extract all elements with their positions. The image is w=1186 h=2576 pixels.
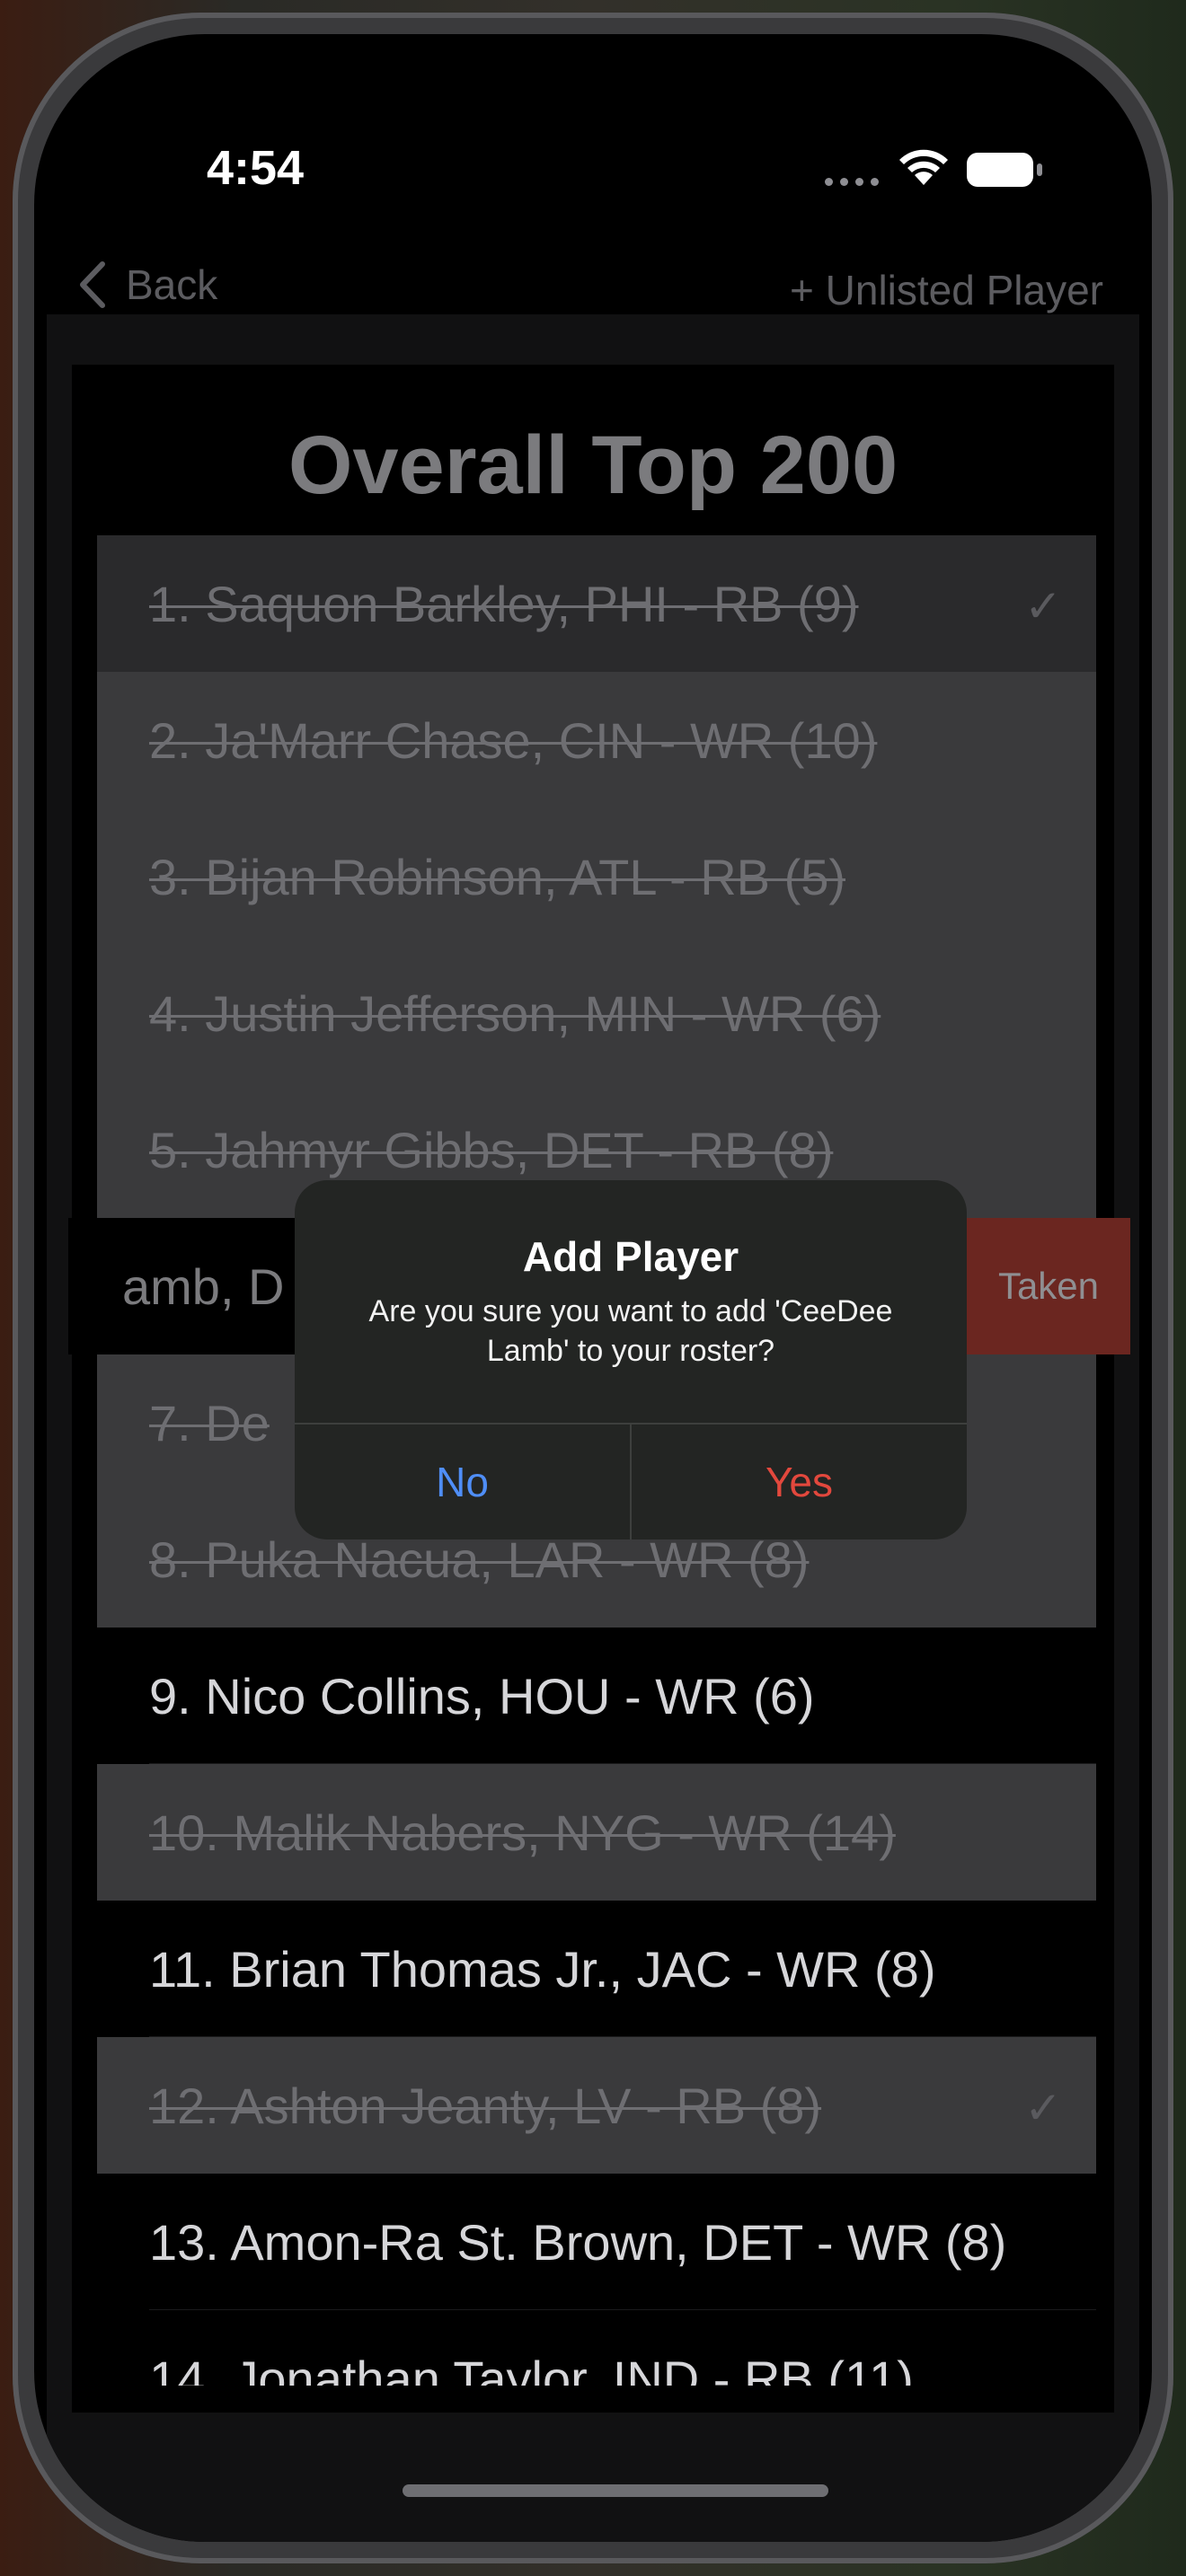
back-label: Back — [126, 261, 218, 308]
no-button[interactable]: No — [295, 1425, 630, 1539]
page-title: Overall Top 200 — [288, 419, 898, 511]
player-row-label: 7. De — [149, 1394, 270, 1451]
add-unlisted-player-button[interactable]: + Unlisted Player — [790, 266, 1103, 314]
swiped-row-label: amb, D — [122, 1258, 285, 1315]
status-bar: 4:54 — [34, 34, 1152, 232]
cellular-signal-icon — [825, 178, 879, 186]
player-row[interactable]: 3. Bijan Robinson, ATL - RB (5) — [97, 808, 1096, 945]
home-indicator[interactable] — [403, 2484, 828, 2497]
player-row-label: 1. Saquon Barkley, PHI - RB (9) — [149, 575, 859, 632]
alert-title: Add Player — [522, 1233, 739, 1280]
checkmark-icon: ✓ — [1024, 2083, 1062, 2133]
battery-tip — [1037, 163, 1042, 176]
mark-taken-button[interactable]: Taken — [967, 1218, 1130, 1354]
player-row[interactable]: 4. Justin Jefferson, MIN - WR (6) — [97, 945, 1096, 1081]
phone-screen: 4:54 Back + Unlisted Player Overall Top … — [34, 34, 1152, 2542]
alert-message: Are you sure you want to add 'CeeDee Lam… — [368, 1294, 893, 1368]
player-row[interactable]: 10. Malik Nabers, NYG - WR (14) — [97, 1764, 1096, 1901]
checkmark-icon: ✓ — [1024, 581, 1062, 631]
status-time: 4:54 — [207, 141, 305, 195]
player-row-label: 3. Bijan Robinson, ATL - RB (5) — [149, 848, 846, 905]
add-player-alert: Add Player Are you sure you want to add … — [295, 1180, 967, 1539]
player-row-label: 10. Malik Nabers, NYG - WR (14) — [149, 1804, 896, 1861]
battery-icon — [967, 153, 1033, 187]
player-row[interactable]: 14. Jonathan Taylor, IND - RB (11) — [97, 2310, 1096, 2386]
yes-button[interactable]: Yes — [632, 1425, 967, 1539]
player-row-label: 2. Ja'Marr Chase, CIN - WR (10) — [149, 711, 878, 769]
player-row[interactable]: 9. Nico Collins, HOU - WR (6) — [97, 1628, 1096, 1764]
player-row-label: 9. Nico Collins, HOU - WR (6) — [149, 1667, 815, 1725]
player-row[interactable]: 2. Ja'Marr Chase, CIN - WR (10) — [97, 672, 1096, 808]
player-row[interactable]: 11. Brian Thomas Jr., JAC - WR (8) — [97, 1901, 1096, 2037]
player-row-label: 5. Jahmyr Gibbs, DET - RB (8) — [149, 1121, 834, 1178]
player-row-label: 12. Ashton Jeanty, LV - RB (8) — [149, 2077, 822, 2134]
player-row-label: 14. Jonathan Taylor, IND - RB (11) — [149, 2350, 914, 2386]
wifi-icon — [897, 146, 951, 193]
player-row[interactable]: 12. Ashton Jeanty, LV - RB (8) ✓ — [97, 2037, 1096, 2174]
chevron-left-icon — [80, 261, 105, 308]
back-button[interactable]: Back — [75, 259, 217, 311]
player-row-label: 11. Brian Thomas Jr., JAC - WR (8) — [149, 1940, 936, 1998]
player-row[interactable]: 13. Amon-Ra St. Brown, DET - WR (8) — [97, 2174, 1096, 2310]
player-row[interactable]: 1. Saquon Barkley, PHI - RB (9) ✓ — [97, 535, 1096, 672]
player-row-label: 13. Amon-Ra St. Brown, DET - WR (8) — [149, 2213, 1007, 2271]
player-row-label: 4. Justin Jefferson, MIN - WR (6) — [149, 984, 881, 1042]
